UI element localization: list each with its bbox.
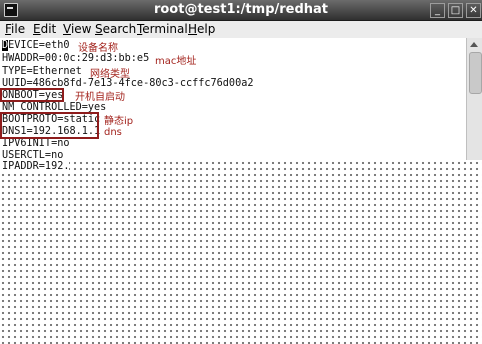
- dotted-pattern-area: [0, 160, 482, 344]
- terminal-line-device: DEVICE=eth0: [2, 40, 69, 51]
- menu-search[interactable]: Search: [95, 22, 136, 36]
- minimize-button[interactable]: _: [430, 3, 445, 18]
- terminal-line-ipv6init: IPV6INIT=no: [2, 138, 70, 149]
- annotation-network-type: 网络类型: [90, 69, 130, 80]
- vertical-scrollbar[interactable]: [466, 38, 482, 160]
- menu-help[interactable]: Help: [188, 22, 215, 36]
- window-title: root@test1:/tmp/redhat: [153, 2, 329, 17]
- static-dns-highlight-box: [0, 112, 99, 139]
- annotation-device-name: 设备名称: [78, 43, 118, 54]
- menu-terminal[interactable]: Terminal: [137, 22, 188, 36]
- annotation-mac-address: mac地址: [155, 56, 197, 67]
- menu-view[interactable]: View: [63, 22, 91, 36]
- annotation-static-ip: 静态ip: [104, 116, 134, 127]
- annotation-onboot: 开机自启动: [75, 92, 125, 103]
- window-title-bar[interactable]: root@test1:/tmp/redhat _ □ ✕: [0, 0, 482, 21]
- close-button[interactable]: ✕: [466, 3, 481, 18]
- menu-bar: File Edit View Search Terminal Help: [0, 21, 482, 39]
- device-value: EVICE=eth0: [8, 40, 70, 51]
- terminal-line-ipaddr: IPADDR=192.: [2, 161, 70, 172]
- menu-file[interactable]: File: [5, 22, 25, 36]
- menu-edit[interactable]: Edit: [33, 22, 56, 36]
- onboot-highlight-box: [0, 88, 64, 102]
- terminal-text-area[interactable]: DEVICE=eth0 HWADDR=00:0c:29:d3:bb:e5 TYP…: [0, 38, 466, 161]
- maximize-button[interactable]: □: [448, 3, 463, 18]
- scroll-up-icon[interactable]: [470, 42, 478, 47]
- terminal-line-hwaddr: HWADDR=00:0c:29:d3:bb:e5: [2, 53, 150, 64]
- scrollbar-thumb[interactable]: [469, 52, 482, 94]
- terminal-line-type: TYPE=Ethernet: [2, 66, 82, 77]
- annotation-dns: dns: [104, 127, 122, 138]
